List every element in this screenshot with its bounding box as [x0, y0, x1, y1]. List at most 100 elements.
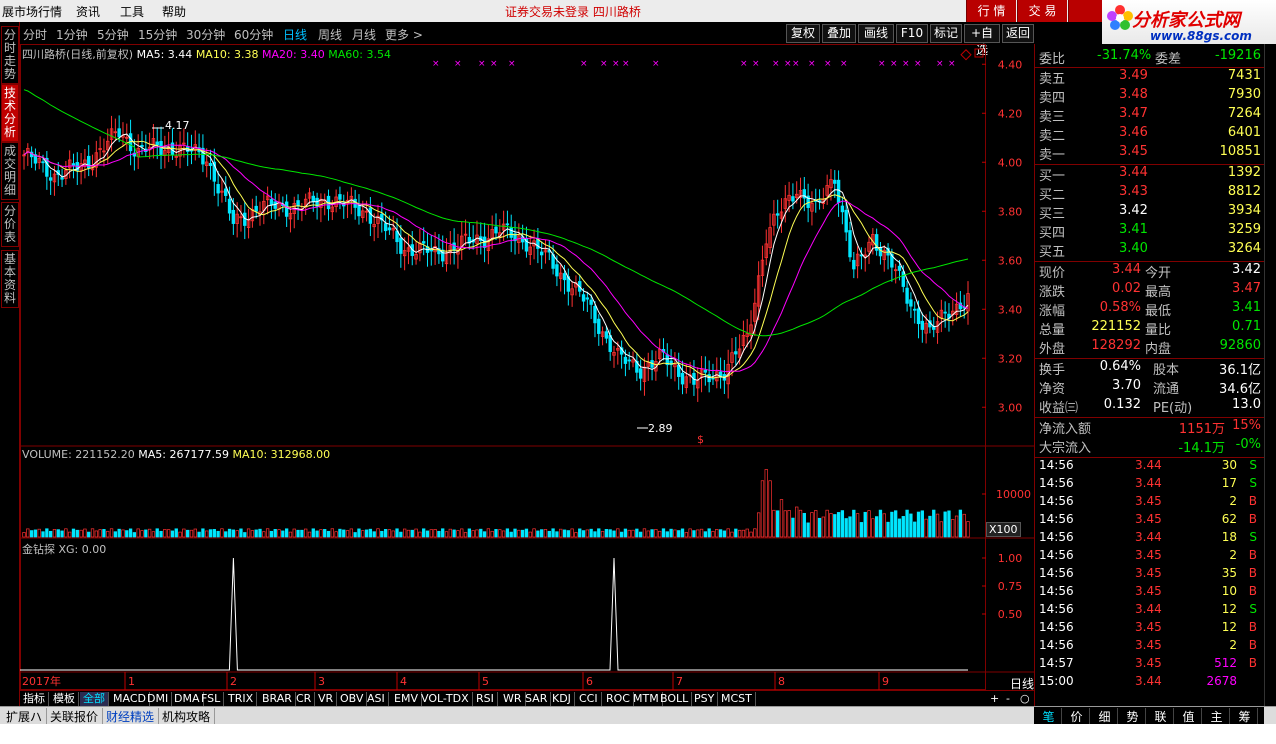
quote-subtab-5[interactable]: 值 [1176, 708, 1202, 725]
quote-subtab-4[interactable]: 联 [1148, 708, 1174, 725]
ask-label: 卖三 [1039, 110, 1066, 125]
diamond-icon[interactable] [960, 49, 972, 61]
maximize-icon[interactable] [974, 48, 984, 58]
volume-bar [894, 510, 898, 538]
toolbar-button-3[interactable]: F10 [896, 24, 928, 43]
volume-bar [703, 531, 708, 538]
indicator-tab-18[interactable]: KDJ [549, 692, 575, 707]
volume-bar [345, 530, 350, 538]
bottom-tab-0[interactable]: 扩展ハ [2, 708, 48, 725]
candle-body [539, 251, 544, 256]
indicator-tab-7[interactable]: TRIX [225, 692, 258, 707]
bottom-tab-1[interactable]: 关联报价 [46, 708, 104, 725]
volume-bar [342, 529, 346, 538]
kline-chart[interactable]: 4.404.204.003.803.603.403.203.00× × × × × × × ×… [20, 44, 1034, 690]
indicator-tab-2[interactable]: 全部 [80, 692, 109, 707]
volume-bar [300, 529, 304, 538]
toolbar-button-4[interactable]: 标记 [930, 24, 962, 43]
volume-bar [425, 530, 430, 538]
quote-subtab-7[interactable]: 筹 [1232, 708, 1258, 725]
toolbar-button-5[interactable]: +自选 [964, 24, 1000, 57]
volume-bar [764, 469, 768, 538]
indicator-tab-22[interactable]: BOLL [657, 692, 693, 707]
volume-bar [212, 529, 216, 538]
period-tab-0[interactable]: 分时 [23, 26, 47, 43]
indicator-tab-12[interactable]: ASI [364, 692, 389, 707]
indicator-tab-19[interactable]: CCI [576, 692, 602, 707]
indicator-tab-15[interactable]: RSI [473, 692, 498, 707]
signal-marker: × [948, 59, 956, 69]
candle-body [627, 359, 631, 362]
tab-price-table[interactable]: 分价表 [1, 202, 19, 247]
indicator-tab-9[interactable]: CR [293, 692, 316, 707]
tab-profile[interactable]: 基本资料 [1, 250, 19, 308]
period-tab-5[interactable]: 60分钟 [234, 26, 273, 43]
tick-time: 14:56 [1039, 566, 1074, 580]
tick-row: 14:56 3.45 2 B [1035, 548, 1265, 566]
tab-timeshare[interactable]: 分时走势 [1, 26, 19, 84]
signal-marker: × [508, 59, 516, 69]
bottom-tab-2[interactable]: 财经精选 [102, 708, 160, 725]
signal-marker: × [652, 59, 660, 69]
menu-news[interactable]: 资讯 [76, 3, 100, 20]
bottom-tab-3[interactable]: 机构攻略 [158, 708, 216, 725]
period-tab-8[interactable]: 月线 [352, 26, 376, 43]
indicator-nav-1[interactable]: - [1006, 692, 1010, 705]
menu-help[interactable]: 帮助 [162, 3, 186, 20]
volume-bar [490, 530, 494, 538]
trade-button[interactable]: 交 易 [1017, 0, 1067, 22]
toolbar-button-1[interactable]: 叠加 [822, 24, 856, 43]
period-tab-3[interactable]: 15分钟 [138, 26, 177, 43]
tick-row: 14:56 3.44 17 S [1035, 476, 1265, 494]
volume-bar [680, 528, 685, 538]
candle-body [71, 163, 76, 166]
indicator-nav-0[interactable]: + [990, 692, 999, 705]
period-tab-9[interactable]: 更多 > [385, 26, 423, 43]
weibi-label: 委比 [1039, 52, 1066, 67]
tab-trades[interactable]: 成交明细 [1, 142, 19, 200]
volume-bar [243, 532, 247, 538]
period-tab-6[interactable]: 日线 [283, 26, 307, 43]
period-tab-7[interactable]: 周线 [318, 26, 342, 43]
indicator-tab-6[interactable]: FSL [198, 692, 225, 707]
indicator-tab-24[interactable]: MCST [718, 692, 756, 707]
indicator-tab-23[interactable]: PSY [691, 692, 719, 707]
toolbar-button-2[interactable]: 画线 [858, 24, 894, 43]
extra-button[interactable] [1068, 0, 1102, 22]
indicator-tab-17[interactable]: SAR [522, 692, 552, 707]
indicator-tab-14[interactable]: VOL-TDX [418, 692, 473, 707]
indicator-tab-4[interactable]: DMI [144, 692, 173, 707]
volume-bar [589, 528, 593, 538]
candle-body [593, 305, 597, 324]
volume-bar [273, 529, 277, 538]
tab-technical[interactable]: 技术分析 [1, 84, 19, 142]
indicator-nav-2[interactable]: ○ [1020, 692, 1030, 705]
menu-market[interactable]: 展市场行情 [2, 3, 62, 20]
indicator-tab-10[interactable]: VR [315, 692, 338, 707]
period-tab-2[interactable]: 5分钟 [97, 26, 129, 43]
bid-label: 买三 [1039, 207, 1066, 222]
tick-price: 3.45 [1135, 584, 1162, 598]
volume-bar [155, 528, 159, 538]
menu-tools[interactable]: 工具 [120, 3, 144, 20]
period-tab-1[interactable]: 1分钟 [56, 26, 88, 43]
toolbar-button-0[interactable]: 复权 [786, 24, 820, 43]
indicator-tab-11[interactable]: OBV [337, 692, 368, 707]
quote-subtab-2[interactable]: 细 [1092, 708, 1118, 725]
market-button[interactable]: 行 情 [966, 0, 1016, 22]
toolbar-button-6[interactable]: 返回 [1002, 24, 1034, 43]
fund-value2: 36.1亿 [1219, 363, 1261, 378]
indicator-tab-8[interactable]: BRAR [259, 692, 296, 707]
indicator-tab-1[interactable]: 模板 [50, 692, 79, 707]
panel-scrollbar[interactable] [1264, 44, 1276, 706]
quote-subtab-1[interactable]: 价 [1064, 708, 1090, 725]
candle-body [791, 196, 795, 202]
volume-bar [376, 528, 380, 538]
period-tab-4[interactable]: 30分钟 [186, 26, 225, 43]
quote-subtab-0[interactable]: 笔 [1036, 708, 1062, 725]
volume-bar [718, 529, 723, 538]
quote-subtab-6[interactable]: 主 [1204, 708, 1230, 725]
bid-price: 3.40 [1119, 241, 1148, 256]
indicator-tab-0[interactable]: 指标 [20, 692, 49, 707]
quote-subtab-3[interactable]: 势 [1120, 708, 1146, 725]
